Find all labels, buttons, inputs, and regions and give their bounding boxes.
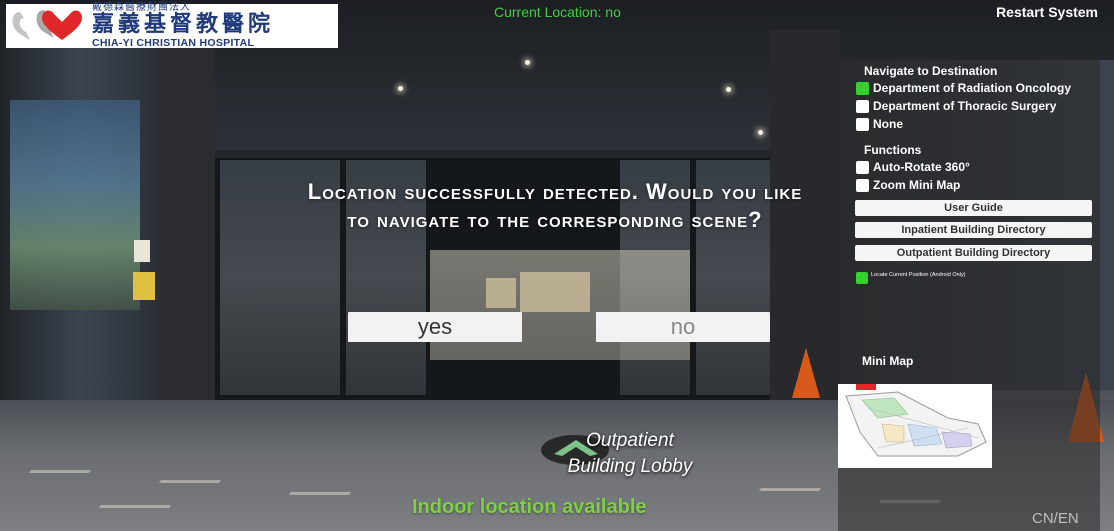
wall-sign — [134, 240, 150, 262]
location-detected-message: Location successfully detected. Would yo… — [307, 179, 803, 232]
floor-marking — [28, 470, 92, 473]
floor-marking — [98, 505, 172, 508]
language-toggle[interactable]: CN/EN — [1032, 510, 1079, 527]
floor-marking — [158, 480, 222, 483]
location-pin-icon — [856, 384, 876, 390]
current-location-status: Current Location: no — [494, 4, 621, 20]
logo-emblem-icon — [6, 4, 90, 48]
destination-option-radiation-oncology[interactable]: Department of Radiation Oncology — [856, 81, 1071, 95]
checkbox-icon[interactable] — [856, 117, 869, 131]
destination-label: None — [873, 117, 903, 131]
restart-system-button[interactable]: Restart System — [996, 4, 1098, 20]
user-guide-button[interactable]: User Guide — [855, 200, 1092, 216]
functions-heading: Functions — [864, 143, 922, 157]
logo-chinese-name: 嘉義基督教醫院 — [92, 12, 275, 38]
traffic-cone — [792, 348, 820, 398]
minimap[interactable] — [838, 384, 992, 468]
function-label: Zoom Mini Map — [873, 178, 961, 192]
hospital-logo: 戴德森醫療財團法人 嘉義基督教醫院 CHIA-YI CHRISTIAN HOSP… — [6, 3, 338, 50]
logo-english-name: CHIA-YI CHRISTIAN HOSPITAL — [92, 37, 255, 50]
ceiling-light — [398, 86, 403, 91]
floor-marking — [288, 492, 352, 495]
destination-option-thoracic-surgery[interactable]: Department of Thoracic Surgery — [856, 99, 1056, 113]
navigate-heading: Navigate to Destination — [864, 64, 998, 78]
locate-position-toggle[interactable]: Locate Current Position (Android Only) — [856, 272, 1011, 284]
ceiling-light — [525, 60, 530, 65]
function-label: Auto-Rotate 360° — [873, 160, 970, 174]
destination-label: Department of Radiation Oncology — [873, 81, 1072, 95]
floor-plan-icon — [845, 391, 987, 457]
left-window — [10, 100, 140, 310]
checkbox-icon[interactable] — [856, 99, 869, 113]
notice-board — [486, 278, 516, 308]
floor-marking — [758, 488, 822, 491]
locate-label: Locate Current Position (Android Only) — [871, 272, 966, 278]
zoom-minimap-option[interactable]: Zoom Mini Map — [856, 178, 960, 192]
minimap-heading: Mini Map — [862, 354, 914, 368]
outpatient-directory-button[interactable]: Outpatient Building Directory — [855, 245, 1092, 261]
auto-rotate-option[interactable]: Auto-Rotate 360° — [856, 160, 970, 174]
checkbox-icon[interactable] — [856, 160, 869, 174]
checkbox-checked-icon[interactable] — [856, 81, 869, 95]
ceiling-light — [726, 87, 731, 92]
checkbox-checked-icon[interactable] — [856, 272, 868, 284]
pillar — [160, 20, 215, 400]
destination-option-none[interactable]: None — [856, 117, 903, 131]
wall-sign — [133, 272, 155, 300]
indoor-location-status: Indoor location available — [412, 496, 647, 518]
ceiling-light — [758, 130, 763, 135]
notice-board — [520, 272, 590, 312]
no-button[interactable]: no — [596, 312, 770, 342]
hotspot-label[interactable]: Outpatient Building Lobby — [560, 428, 700, 480]
yes-button[interactable]: yes — [348, 312, 522, 342]
checkbox-icon[interactable] — [856, 178, 869, 192]
destination-label: Department of Thoracic Surgery — [873, 99, 1057, 113]
inpatient-directory-button[interactable]: Inpatient Building Directory — [855, 222, 1092, 238]
